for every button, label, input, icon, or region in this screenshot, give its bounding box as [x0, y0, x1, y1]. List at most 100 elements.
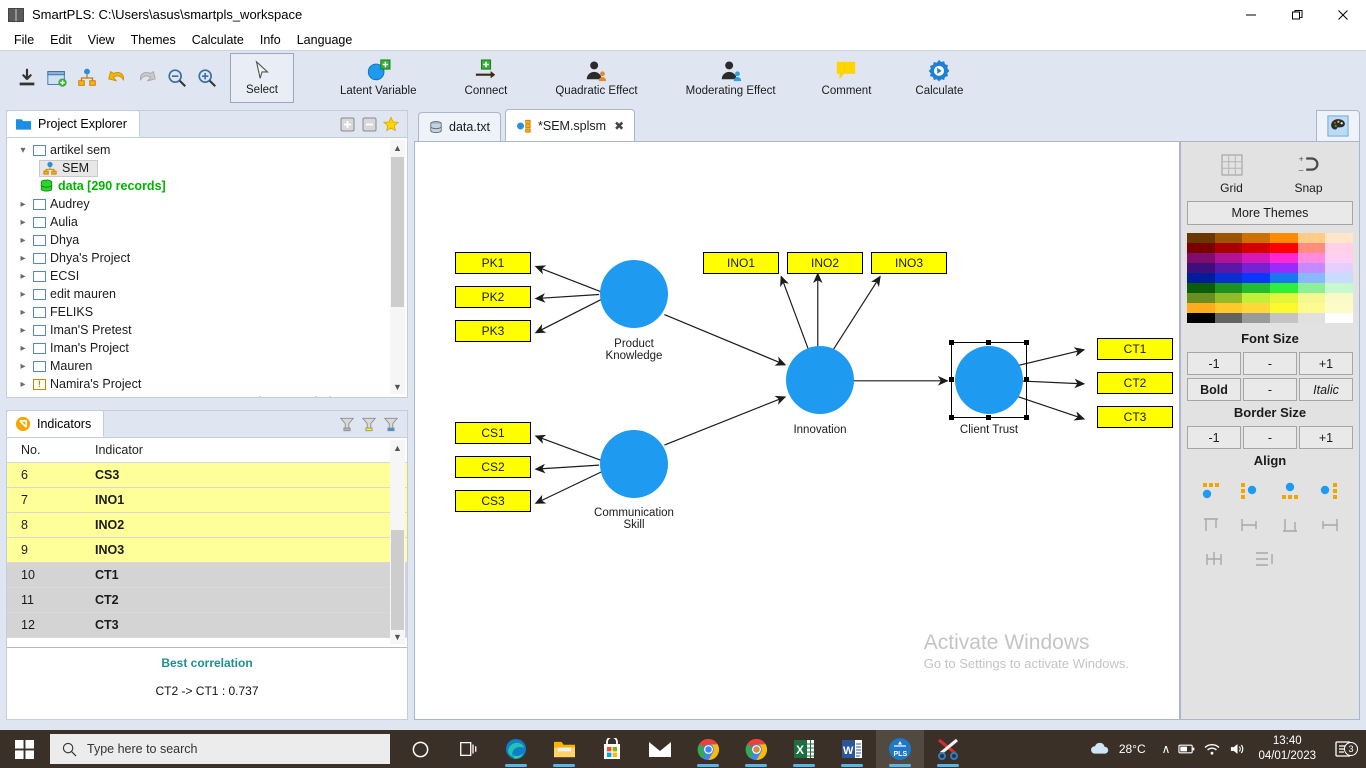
- model-canvas[interactable]: PK1 PK2 PK3 CS1 CS2 CS3 INO1 INO2 INO3 C…: [414, 142, 1180, 720]
- scroll-down-arrow[interactable]: ▼: [390, 379, 405, 394]
- chevron-right-icon[interactable]: ▸: [17, 379, 29, 390]
- zoom-out-icon[interactable]: [162, 60, 192, 96]
- table-row[interactable]: 7 INO1: [7, 488, 407, 513]
- font-size-reset-button[interactable]: -: [1243, 352, 1297, 375]
- menu-file[interactable]: File: [6, 31, 42, 49]
- spread-v-icon[interactable]: [1247, 548, 1281, 570]
- tree-row[interactable]: ▸ Iman'S Pretest: [7, 321, 407, 339]
- color-swatch[interactable]: [1325, 293, 1353, 303]
- tree-row[interactable]: ▸ Dhya: [7, 231, 407, 249]
- snap-button[interactable]: + – Snap: [1274, 152, 1344, 195]
- chevron-right-icon[interactable]: ▸: [17, 235, 29, 246]
- project-tree[interactable]: ▾ artikel sem SEM data [290 records] ▸ Au…: [7, 138, 407, 397]
- color-swatch[interactable]: [1242, 253, 1270, 263]
- maximize-button[interactable]: [1274, 0, 1320, 30]
- filter-gray-icon[interactable]: [339, 416, 355, 432]
- color-swatch[interactable]: [1325, 263, 1353, 273]
- border-size-decrease-button[interactable]: -1: [1187, 426, 1241, 449]
- tree-row[interactable]: SEM: [7, 159, 407, 177]
- tree-row[interactable]: ▾ artikel sem: [7, 141, 407, 159]
- selection-handle[interactable]: [1024, 340, 1029, 345]
- scroll-up-arrow[interactable]: ▲: [390, 440, 405, 455]
- selection-handle[interactable]: [949, 340, 954, 345]
- tree-row[interactable]: ▸ FELIKS: [7, 303, 407, 321]
- table-row[interactable]: 10 CT1: [7, 563, 407, 588]
- tab-data-txt[interactable]: data.txt: [418, 112, 501, 141]
- file-explorer-icon[interactable]: [540, 730, 588, 768]
- color-swatch[interactable]: [1325, 283, 1353, 293]
- color-swatch[interactable]: [1187, 233, 1215, 243]
- chevron-right-icon[interactable]: ▸: [17, 217, 29, 228]
- weather-temperature[interactable]: 28°C: [1119, 742, 1146, 756]
- align-right-icon[interactable]: [1312, 480, 1346, 502]
- color-swatch[interactable]: [1297, 303, 1326, 313]
- new-model-icon[interactable]: [72, 60, 102, 96]
- selection-handle[interactable]: [949, 415, 954, 420]
- indicator-node-pk3[interactable]: PK3: [455, 320, 531, 342]
- color-swatch[interactable]: [1214, 293, 1243, 303]
- search-input[interactable]: Type here to search: [50, 734, 390, 764]
- construct-innovation[interactable]: [786, 346, 854, 414]
- align-top-icon[interactable]: [1273, 480, 1307, 502]
- tree-row[interactable]: ▸ Aulia: [7, 213, 407, 231]
- align-left-icon[interactable]: [1194, 480, 1228, 502]
- tool-moderating-effect[interactable]: Moderating Effect: [678, 53, 784, 103]
- scroll-thumb[interactable]: [391, 157, 404, 307]
- expand-all-icon[interactable]: [339, 116, 355, 132]
- tool-quadratic-effect[interactable]: Quadratic Effect: [547, 53, 645, 103]
- distribute-1-icon[interactable]: [1194, 514, 1228, 536]
- selection-handle[interactable]: [986, 340, 991, 345]
- word-icon[interactable]: W: [828, 730, 876, 768]
- font-size-increase-button[interactable]: +1: [1299, 352, 1353, 375]
- indicators-table[interactable]: No. Indicator 6 CS3 7 INO1 8 INO2 9 INO3 10 C…: [7, 438, 407, 647]
- scroll-up-arrow[interactable]: ▲: [390, 140, 405, 155]
- table-row[interactable]: 6 CS3: [7, 463, 407, 488]
- color-swatch[interactable]: [1269, 273, 1298, 283]
- tree-row[interactable]: ▸ Dhya's Project: [7, 249, 407, 267]
- indicator-node-cs1[interactable]: CS1: [455, 422, 531, 444]
- tool-select[interactable]: Select: [230, 53, 294, 103]
- tree-row[interactable]: ▸ Audrey: [7, 195, 407, 213]
- color-swatch[interactable]: [1325, 303, 1353, 313]
- chevron-right-icon[interactable]: ▸: [17, 343, 29, 354]
- color-swatch[interactable]: [1325, 313, 1353, 323]
- volume-icon[interactable]: [1229, 742, 1246, 756]
- color-swatch[interactable]: [1242, 263, 1270, 273]
- menu-edit[interactable]: Edit: [42, 31, 80, 49]
- color-swatch[interactable]: [1242, 293, 1270, 303]
- table-row[interactable]: 11 CT2: [7, 588, 407, 613]
- color-swatch[interactable]: [1187, 313, 1215, 323]
- indicator-node-ct1[interactable]: CT1: [1097, 338, 1173, 360]
- filter-blue-icon[interactable]: [383, 416, 399, 432]
- color-swatch[interactable]: [1242, 233, 1270, 243]
- color-swatch[interactable]: [1297, 263, 1326, 273]
- tree-row[interactable]: ▸ Mauren: [7, 357, 407, 375]
- color-swatch[interactable]: [1325, 253, 1353, 263]
- table-row[interactable]: 12 CT3: [7, 613, 407, 638]
- table-row[interactable]: 9 INO3: [7, 538, 407, 563]
- color-swatch[interactable]: [1214, 273, 1243, 283]
- redo-icon[interactable]: [132, 60, 162, 96]
- favorite-star-icon[interactable]: [383, 115, 399, 132]
- chevron-right-icon[interactable]: ▸: [17, 325, 29, 336]
- battery-icon[interactable]: [1178, 742, 1195, 756]
- menu-info[interactable]: Info: [252, 31, 289, 49]
- color-swatch[interactable]: [1187, 273, 1215, 283]
- selection-handle[interactable]: [1024, 377, 1029, 382]
- color-swatch[interactable]: [1269, 263, 1298, 273]
- menu-themes[interactable]: Themes: [123, 31, 184, 49]
- color-swatch[interactable]: [1325, 243, 1353, 253]
- indicator-node-ino2[interactable]: INO2: [787, 252, 863, 274]
- more-themes-button[interactable]: More Themes: [1187, 201, 1353, 225]
- font-style-reset-button[interactable]: -: [1243, 378, 1297, 401]
- tree-row[interactable]: ▸ PLS-SEM BOOK - Corporate Reputation Ext…: [7, 393, 407, 397]
- color-swatch[interactable]: [1187, 303, 1215, 313]
- tree-row[interactable]: ▸! Namira's Project: [7, 375, 407, 393]
- color-palette[interactable]: [1187, 233, 1353, 323]
- color-swatch[interactable]: [1187, 283, 1215, 293]
- cortana-icon[interactable]: [396, 730, 444, 768]
- mail-icon[interactable]: [636, 730, 684, 768]
- start-button[interactable]: [0, 730, 48, 768]
- border-size-increase-button[interactable]: +1: [1299, 426, 1353, 449]
- tree-row[interactable]: ▸ edit mauren: [7, 285, 407, 303]
